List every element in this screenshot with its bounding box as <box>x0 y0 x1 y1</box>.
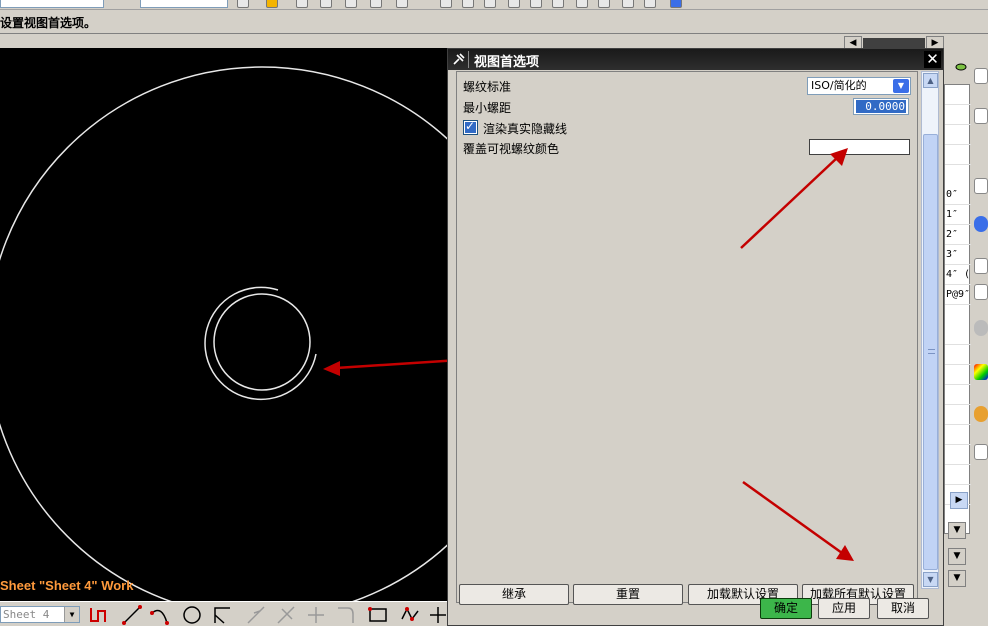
annotation-arrow <box>742 480 854 561</box>
annotation-arrow <box>740 148 848 249</box>
annotation-overlay <box>740 148 854 561</box>
check-icon: ✓ <box>465 119 476 133</box>
